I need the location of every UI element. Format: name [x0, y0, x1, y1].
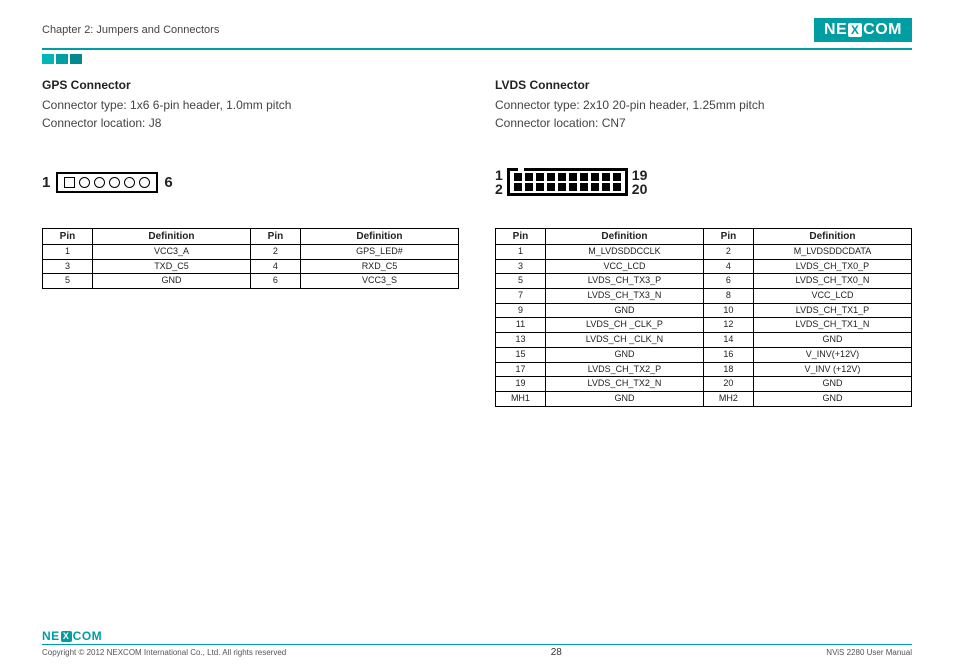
lvds-right-labels: 19 20	[632, 168, 648, 196]
page-header: Chapter 2: Jumpers and Connectors NEXCOM	[42, 18, 912, 42]
lvds-type: Connector type: 2x10 20-pin header, 1.25…	[495, 96, 912, 114]
lvds-title: LVDS Connector	[495, 78, 912, 92]
table-row: 11LVDS_CH _CLK_P12LVDS_CH_TX1_N	[496, 318, 912, 333]
table-row: 7LVDS_CH_TX3_N8VCC_LCD	[496, 289, 912, 304]
gps-pin6-label: 6	[164, 174, 172, 191]
table-row: 9GND10LVDS_CH_TX1_P	[496, 303, 912, 318]
table-row: 1VCC3_A2GPS_LED#	[43, 245, 459, 260]
footer-logo: NEXCOM	[42, 629, 912, 643]
chapter-title: Chapter 2: Jumpers and Connectors	[42, 24, 219, 36]
table-row: 15GND16V_INV(+12V)	[496, 347, 912, 362]
gps-pin1-label: 1	[42, 174, 50, 191]
gps-type: Connector type: 1x6 6-pin header, 1.0mm …	[42, 96, 459, 114]
gps-pin-table: Pin Definition Pin Definition 1VCC3_A2GP…	[42, 228, 459, 289]
table-row: 3VCC_LCD4LVDS_CH_TX0_P	[496, 259, 912, 274]
copyright-text: Copyright © 2012 NEXCOM International Co…	[42, 648, 286, 657]
gps-connector-icon	[56, 172, 158, 193]
table-row: 1M_LVDSDDCCLK2M_LVDSDDCDATA	[496, 245, 912, 260]
manual-name: NViS 2280 User Manual	[826, 648, 912, 657]
table-row: 5GND6VCC3_S	[43, 274, 459, 289]
page-footer: NEXCOM Copyright © 2012 NEXCOM Internati…	[42, 629, 912, 658]
gps-section: GPS Connector Connector type: 1x6 6-pin …	[42, 78, 459, 407]
table-row: 13LVDS_CH _CLK_N14GND	[496, 333, 912, 348]
footer-divider	[42, 644, 912, 645]
header-divider	[42, 48, 912, 50]
table-row: 3TXD_C54RXD_C5	[43, 259, 459, 274]
gps-diagram: 1 6	[42, 158, 459, 206]
table-row: MH1GNDMH2GND	[496, 391, 912, 406]
footer-logo-x-icon: X	[61, 631, 72, 642]
page-number: 28	[551, 647, 562, 658]
lvds-location: Connector location: CN7	[495, 114, 912, 132]
lvds-section: LVDS Connector Connector type: 2x10 20-p…	[495, 78, 912, 407]
lvds-diagram: 1 2 19 20	[495, 158, 912, 206]
logo-x-icon: X	[848, 23, 862, 37]
gps-title: GPS Connector	[42, 78, 459, 92]
table-row: 19LVDS_CH_TX2_N20GND	[496, 377, 912, 392]
lvds-connector-icon	[507, 168, 628, 196]
nexcom-logo: NEXCOM	[814, 18, 912, 42]
lvds-left-labels: 1 2	[495, 168, 503, 196]
color-bar-icon	[42, 54, 912, 64]
lvds-table-header: Pin Definition Pin Definition	[496, 229, 912, 245]
gps-location: Connector location: J8	[42, 114, 459, 132]
gps-table-header: Pin Definition Pin Definition	[43, 229, 459, 245]
table-row: 5LVDS_CH_TX3_P6LVDS_CH_TX0_N	[496, 274, 912, 289]
content-columns: GPS Connector Connector type: 1x6 6-pin …	[42, 78, 912, 407]
table-row: 17LVDS_CH_TX2_P18V_INV (+12V)	[496, 362, 912, 377]
lvds-pin-table: Pin Definition Pin Definition 1M_LVDSDDC…	[495, 228, 912, 407]
